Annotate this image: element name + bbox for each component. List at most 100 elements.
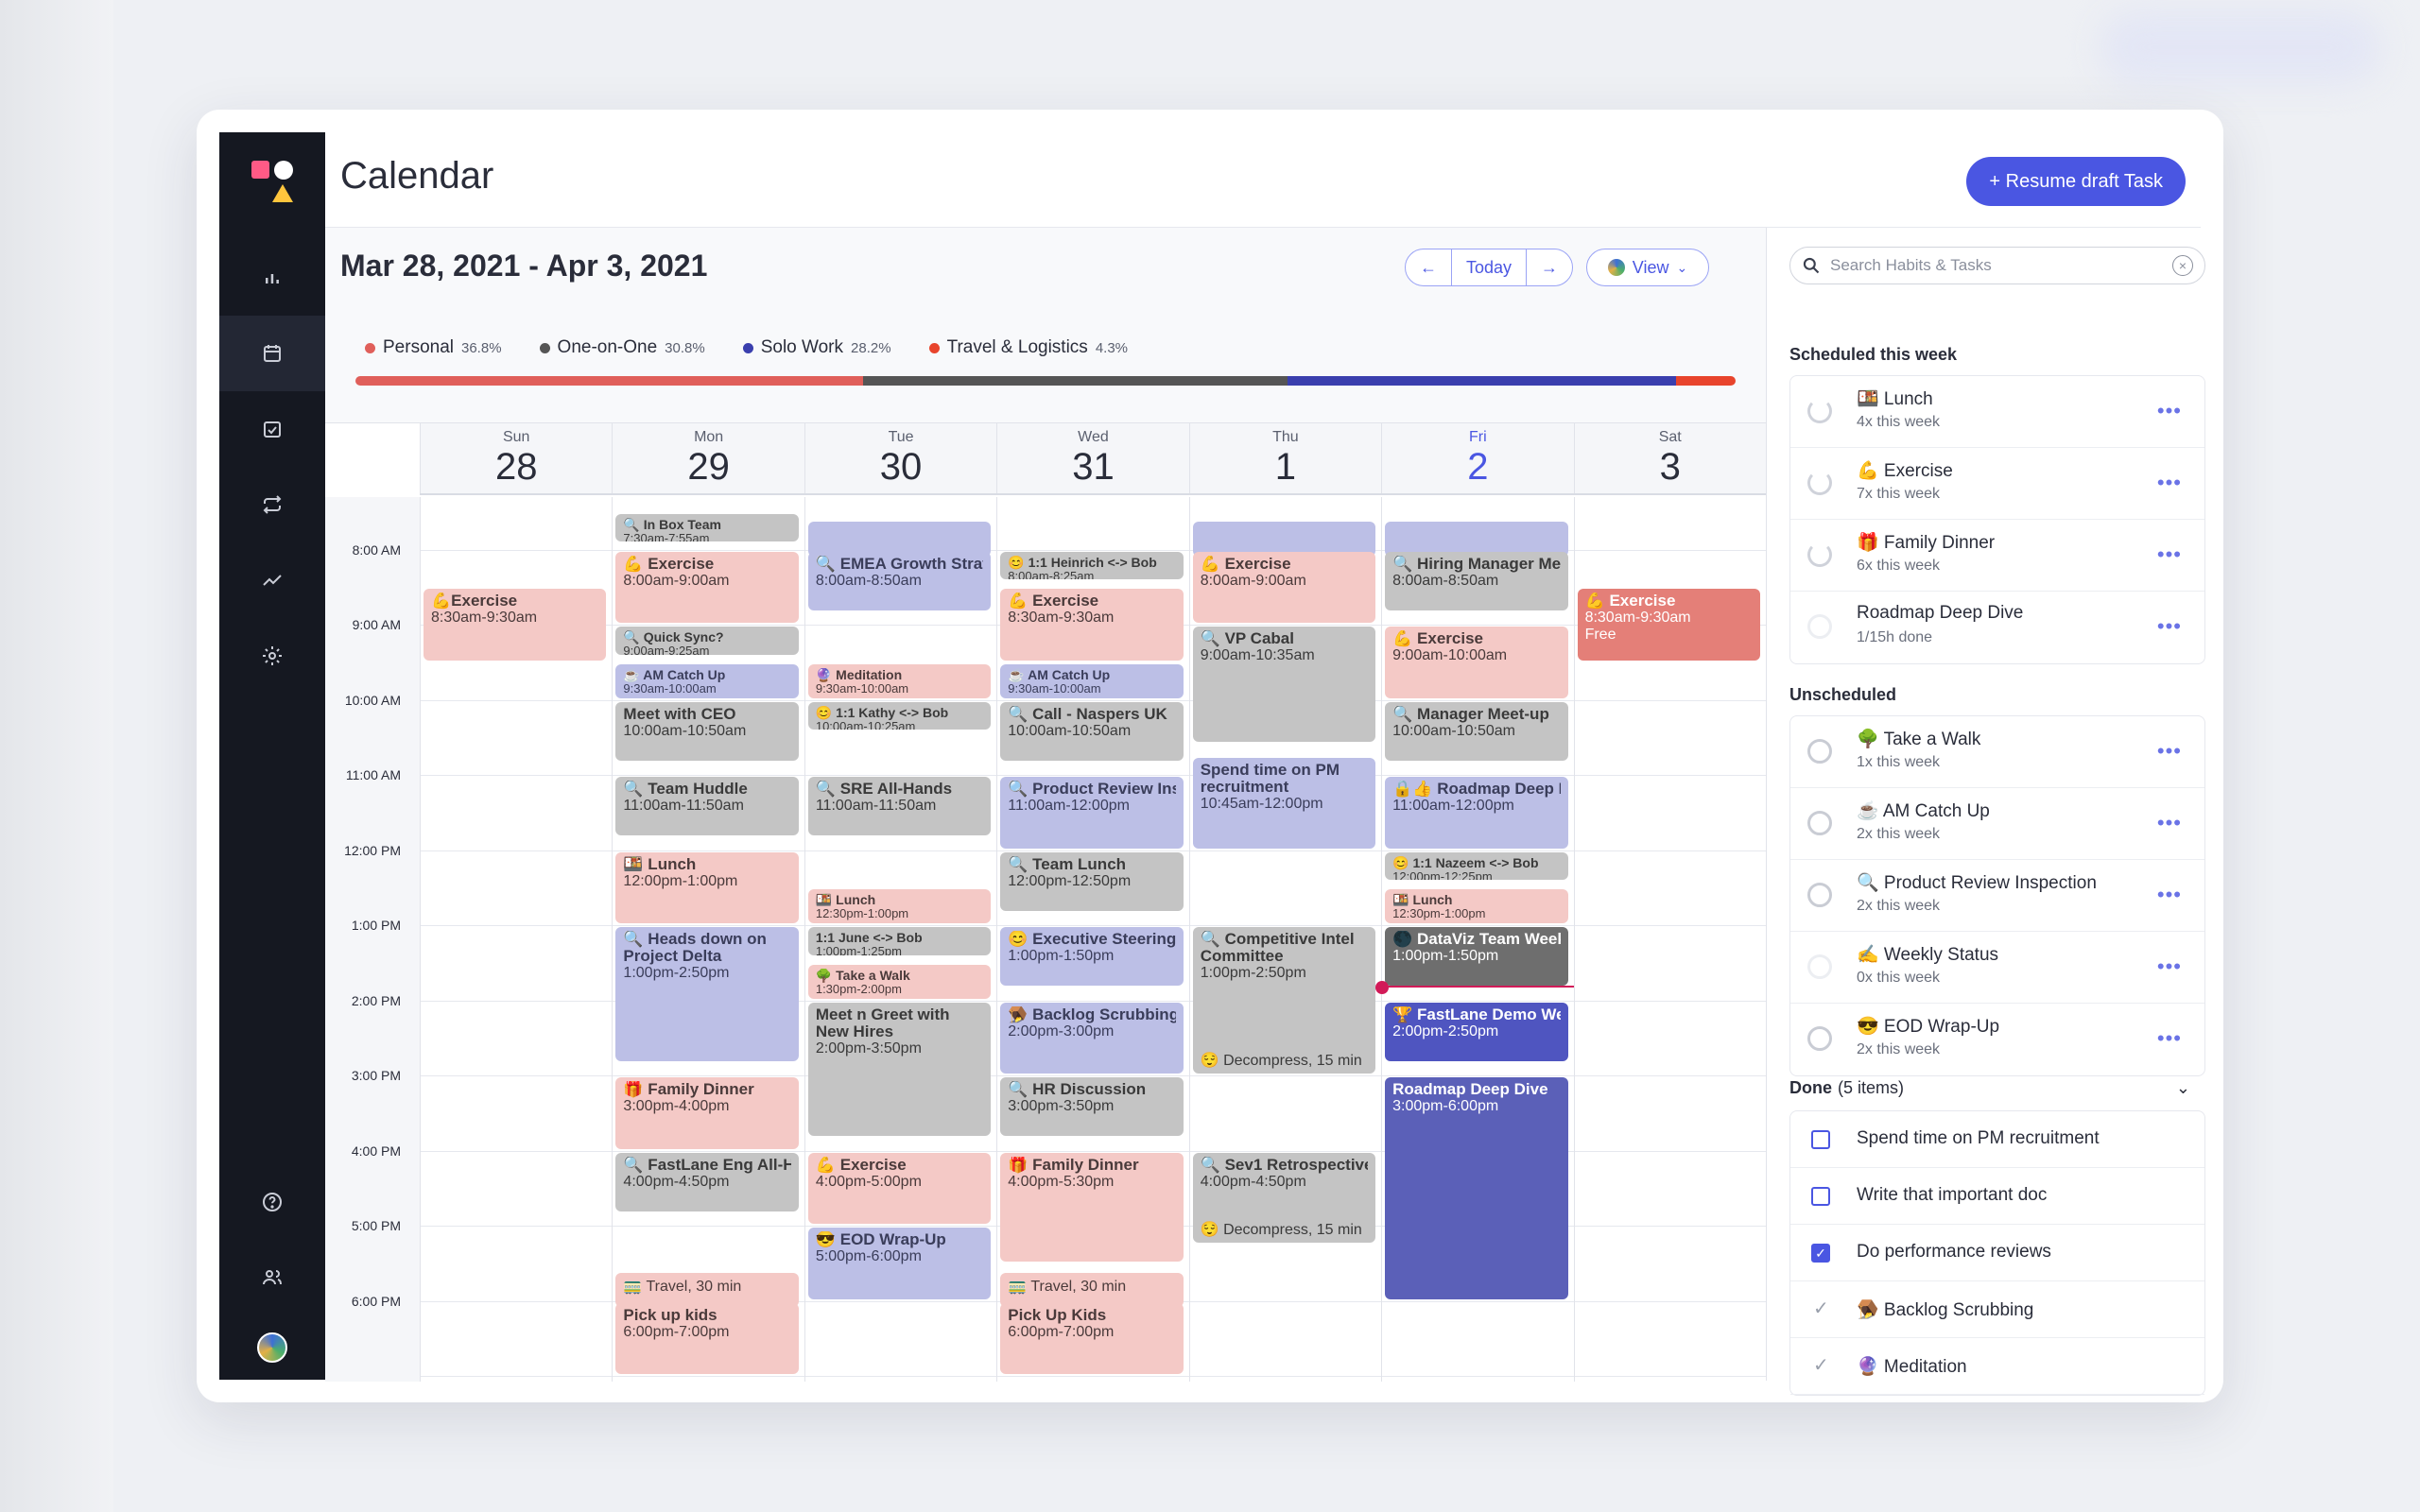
calendar-event[interactable]: 💪 Exercise 8:30am-9:30am <box>1000 589 1184 661</box>
calendar-event[interactable]: 1:1 June <-> Bob 1:00pm-1:25pm <box>807 927 992 955</box>
calendar-event[interactable]: 🔍 Heads down on Project Delta 1:00pm-2:50… <box>615 927 799 1061</box>
today-button[interactable]: Today <box>1451 249 1527 285</box>
more-options-icon[interactable]: ••• <box>2157 542 2182 567</box>
calendar-event[interactable]: Roadmap Deep Dive 3:00pm-6:00pm <box>1385 1077 1568 1299</box>
calendar-event[interactable]: 💪 Exercise 8:30am-9:30am Free <box>1577 589 1760 661</box>
calendar-icon[interactable] <box>219 316 325 391</box>
more-options-icon[interactable]: ••• <box>2157 1026 2182 1051</box>
calendar-event[interactable]: ☕ AM Catch Up 9:30am-10:00am <box>615 663 799 698</box>
calendar-event[interactable]: 🚃 Travel, 30 min <box>1000 1272 1184 1307</box>
calendar-event[interactable]: 💪 Exercise 4:00pm-5:00pm <box>807 1152 992 1225</box>
day-header[interactable]: Thu 1 <box>1188 423 1381 493</box>
calendar-event[interactable]: 🔍 In Box Team 7:30am-7:55am <box>615 513 799 542</box>
calendar-event[interactable]: 🔍 Manager Meet-up 10:00am-10:50am <box>1385 701 1568 761</box>
calendar-event[interactable]: 😊 1:1 Kathy <-> Bob 10:00am-10:25am <box>807 701 992 730</box>
calendar-event[interactable]: 🍱 Lunch 12:30pm-1:00pm <box>1385 889 1568 924</box>
calendar-event[interactable]: 🍱 Lunch 12:30pm-1:00pm <box>807 889 992 924</box>
calendar-event[interactable]: Meet n Greet with New Hires 2:00pm-3:50pm <box>807 1002 992 1137</box>
calendar-event[interactable]: 🌳 Take a Walk 1:30pm-2:00pm <box>807 964 992 999</box>
day-header[interactable]: Sat 3 <box>1573 423 1766 493</box>
checkbox[interactable] <box>1811 1187 1830 1206</box>
calendar-event[interactable]: 🔍 VP Cabal 9:00am-10:35am <box>1192 627 1376 742</box>
calendar-event[interactable]: 💪 Exercise 8:00am-9:00am <box>615 551 799 624</box>
user-avatar[interactable] <box>257 1332 287 1363</box>
team-icon[interactable] <box>219 1240 325 1315</box>
calendar-event[interactable]: 🔍 Product Review Inspection11:00am-12:00… <box>1000 777 1184 849</box>
more-options-icon[interactable]: ••• <box>2157 471 2182 495</box>
calendar-event[interactable]: 🔍 Quick Sync? 9:00am-9:25am <box>615 627 799 655</box>
habit-row[interactable]: Roadmap Deep Dive 1/15h done ••• <box>1790 592 2204 663</box>
help-icon[interactable] <box>219 1164 325 1240</box>
habit-row[interactable]: 🌳 Take a Walk 1x this week ••• <box>1790 716 2204 788</box>
more-options-icon[interactable]: ••• <box>2157 811 2182 835</box>
habit-row[interactable]: 🍱 Lunch 4x this week ••• <box>1790 376 2204 448</box>
habits-repeat-icon[interactable] <box>219 467 325 542</box>
tasks-icon[interactable] <box>219 391 325 467</box>
done-task-row[interactable]: Write that important doc <box>1790 1168 2204 1225</box>
calendar-event[interactable]: 💪Exercise 8:30am-9:30am <box>424 589 607 661</box>
more-options-icon[interactable]: ••• <box>2157 739 2182 764</box>
checkbox[interactable] <box>1811 1130 1830 1149</box>
habit-row[interactable]: ✍️ Weekly Status 0x this week ••• <box>1790 932 2204 1004</box>
calendar-event[interactable]: 🔍 SRE All-Hands 11:00am-11:50am <box>807 777 992 836</box>
more-options-icon[interactable]: ••• <box>2157 614 2182 639</box>
more-options-icon[interactable]: ••• <box>2157 883 2182 907</box>
calendar-event[interactable]: 🔍 Call - Naspers UK 10:00am-10:50am <box>1000 701 1184 761</box>
calendar-event[interactable]: 🌑 DataViz Team Weekly1:00pm-1:50pm <box>1385 927 1568 987</box>
calendar-event[interactable]: 🔒👍 Roadmap Deep Dive11:00am-12:00pm <box>1385 777 1568 849</box>
habit-row[interactable]: 😎 EOD Wrap-Up 2x this week ••• <box>1790 1004 2204 1075</box>
calendar-event[interactable]: 🎁 Family Dinner 4:00pm-5:30pm <box>1000 1152 1184 1262</box>
calendar-event[interactable]: 🔮 Meditation 9:30am-10:00am <box>807 663 992 698</box>
day-header[interactable]: Wed 31 <box>996 423 1188 493</box>
app-logo[interactable] <box>251 161 293 202</box>
analytics-icon[interactable] <box>219 240 325 316</box>
next-week-arrow-icon[interactable]: → <box>1527 249 1572 285</box>
done-task-row[interactable]: ✓ 🔮 Meditation <box>1790 1338 2204 1395</box>
habit-row[interactable]: 🔍 Product Review Inspection 2x this week •… <box>1790 860 2204 932</box>
calendar-event[interactable]: 💪 Exercise 8:00am-9:00am <box>1192 551 1376 624</box>
calendar-event[interactable]: Meet with CEO 10:00am-10:50am <box>615 701 799 761</box>
calendar-event[interactable]: Pick Up Kids 6:00pm-7:00pm <box>1000 1302 1184 1375</box>
habit-row[interactable]: 🎁 Family Dinner 6x this week ••• <box>1790 520 2204 592</box>
day-header[interactable]: Fri 2 <box>1381 423 1573 493</box>
calendar-event[interactable]: Pick up kids 6:00pm-7:00pm <box>615 1302 799 1375</box>
day-header[interactable]: Sun 28 <box>420 423 612 493</box>
calendar-event[interactable]: 🔍 Team Lunch 12:00pm-12:50pm <box>1000 851 1184 911</box>
calendar-event[interactable]: 🏆 FastLane Demo Week2:00pm-2:50pm <box>1385 1002 1568 1061</box>
chevron-down-icon[interactable]: ⌄ <box>2176 1078 2190 1098</box>
settings-gear-icon[interactable] <box>219 618 325 694</box>
habit-row[interactable]: ☕ AM Catch Up 2x this week ••• <box>1790 788 2204 860</box>
calendar-event[interactable]: 💪 Exercise 9:00am-10:00am <box>1385 627 1568 698</box>
calendar-event[interactable]: ☕ AM Catch Up 9:30am-10:00am <box>1000 663 1184 698</box>
more-options-icon[interactable]: ••• <box>2157 399 2182 423</box>
search-field[interactable]: Search Habits & Tasks × <box>1789 247 2205 284</box>
calendar-event[interactable]: 🍱 Lunch 12:00pm-1:00pm <box>615 851 799 924</box>
done-task-row[interactable]: ✓ 🪤 Backlog Scrubbing <box>1790 1281 2204 1338</box>
day-header[interactable]: Tue 30 <box>804 423 996 493</box>
done-task-row[interactable]: Spend time on PM recruitment <box>1790 1111 2204 1168</box>
calendar-event[interactable]: 🔍 Hiring Manager Meeting8:00am-8:50am <box>1385 551 1568 610</box>
day-header[interactable]: Mon 29 <box>612 423 804 493</box>
clear-search-icon[interactable]: × <box>2172 255 2193 276</box>
calendar-event[interactable]: 😎 EOD Wrap-Up 5:00pm-6:00pm <box>807 1228 992 1299</box>
calendar-event[interactable]: 😊 1:1 Heinrich <-> Bob 8:00am-8:25am <box>1000 551 1184 580</box>
calendar-event[interactable]: 🚃 Travel, 30 min <box>615 1272 799 1307</box>
calendar-event[interactable]: 🪤 Backlog Scrubbing 2:00pm-3:00pm <box>1000 1002 1184 1074</box>
calendar-event[interactable]: 😊 1:1 Nazeem <-> Bob 12:00pm-12:25pm <box>1385 851 1568 881</box>
calendar-event[interactable]: 😊 Executive Steering 1:00pm-1:50pm <box>1000 927 1184 987</box>
calendar-event[interactable]: 🔍 Competitive Intel Committee 1:00pm-2:50… <box>1192 927 1376 1074</box>
checkbox-checked[interactable]: ✓ <box>1811 1244 1830 1263</box>
trends-icon[interactable] <box>219 542 325 618</box>
more-options-icon[interactable]: ••• <box>2157 954 2182 979</box>
calendar-event[interactable]: 🔍 HR Discussion 3:00pm-3:50pm <box>1000 1077 1184 1137</box>
previous-week-arrow-icon[interactable]: ← <box>1406 249 1451 285</box>
calendar-event[interactable]: 🔍 EMEA Growth Strategy8:00am-8:50am <box>807 551 992 610</box>
calendar-event[interactable]: Spend time on PM recruitment 10:45am-12:0… <box>1192 758 1376 849</box>
done-task-row[interactable]: ✓ Do performance reviews <box>1790 1225 2204 1281</box>
calendar-event[interactable]: 🔍 FastLane Eng All-Hands4:00pm-4:50pm <box>615 1152 799 1211</box>
habit-row[interactable]: 💪 Exercise 7x this week ••• <box>1790 448 2204 520</box>
resume-draft-task-button[interactable]: + Resume draft Task <box>1966 157 2186 206</box>
calendar-event[interactable]: 🔍 Sev1 Retrospective 4:00pm-4:50pm 😌 Decom… <box>1192 1152 1376 1244</box>
done-section-header[interactable]: Done (5 items) ⌄ <box>1789 1078 2205 1098</box>
calendar-event[interactable]: 🔍 Team Huddle 11:00am-11:50am <box>615 777 799 836</box>
